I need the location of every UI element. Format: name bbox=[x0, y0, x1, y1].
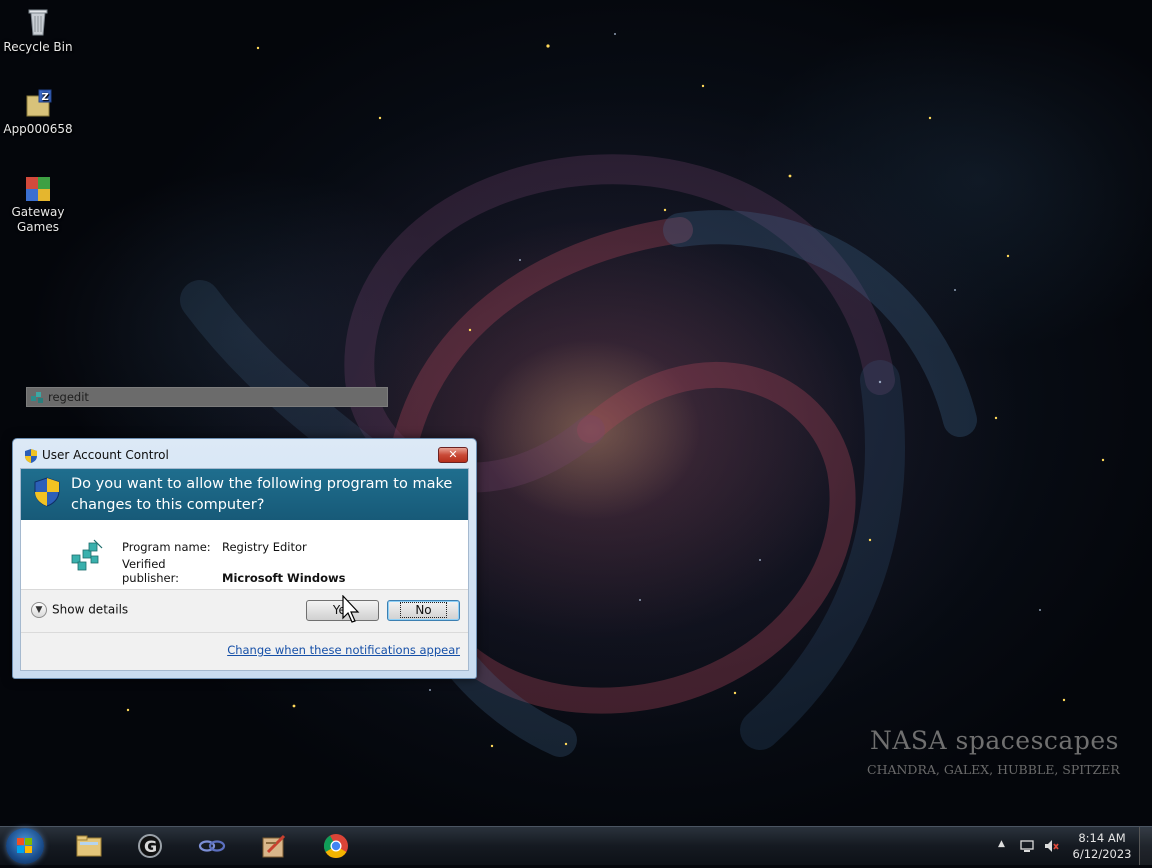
show-desktop-button[interactable] bbox=[1139, 827, 1152, 865]
chrome-icon bbox=[322, 832, 350, 860]
gateway-g-icon: G bbox=[136, 832, 164, 860]
dialog-title: User Account Control bbox=[42, 448, 169, 462]
registry-editor-icon bbox=[69, 538, 105, 574]
volume-muted-icon[interactable] bbox=[1043, 838, 1059, 854]
desktop-icon-label: Gateway Games bbox=[11, 205, 65, 234]
dialog-content: Do you want to allow the following progr… bbox=[20, 468, 469, 671]
desktop-icon-gateway-games[interactable]: Gateway Games bbox=[0, 171, 76, 235]
uac-question: Do you want to allow the following progr… bbox=[71, 476, 453, 513]
desktop-wallpaper: NASA spacescapes CHANDRA, GALEX, HUBBLE,… bbox=[0, 0, 1152, 826]
action-center-icon[interactable] bbox=[1019, 838, 1035, 854]
clock-date: 6/12/2023 bbox=[1072, 847, 1132, 861]
program-name-row: Program name: Registry Editor bbox=[122, 540, 307, 554]
system-clock[interactable]: 8:14 AM 6/12/2023 bbox=[1070, 830, 1134, 862]
publisher-row: Verified publisher: Microsoft Windows bbox=[122, 557, 345, 585]
program-info: Program name: Registry Editor Verified pu… bbox=[21, 520, 468, 590]
mouse-cursor-icon bbox=[341, 594, 363, 625]
registry-editor-icon bbox=[260, 832, 288, 860]
regedit-ghost-window[interactable]: regedit bbox=[26, 387, 388, 407]
dialog-header: Do you want to allow the following progr… bbox=[21, 469, 468, 520]
desktop-icon-label: App000658 bbox=[3, 122, 73, 136]
close-button[interactable]: ✕ bbox=[438, 447, 468, 463]
app-archive-icon: Z bbox=[22, 88, 54, 120]
file-explorer-icon bbox=[75, 832, 103, 860]
uac-dialog: User Account Control ✕ Do you want to al… bbox=[12, 438, 477, 679]
gateway-games-icon bbox=[22, 171, 54, 203]
desktop-icon-recycle-bin[interactable]: Recycle Bin bbox=[0, 6, 76, 55]
publisher-value: Microsoft Windows bbox=[222, 571, 346, 585]
ghost-window-title: regedit bbox=[48, 390, 89, 404]
uac-shield-small-icon bbox=[23, 448, 39, 464]
svg-text:Z: Z bbox=[42, 92, 49, 103]
uac-shield-icon bbox=[34, 477, 60, 507]
program-name-value: Registry Editor bbox=[222, 540, 307, 554]
start-button[interactable] bbox=[6, 828, 44, 864]
publisher-label: Verified publisher: bbox=[122, 557, 180, 585]
recycle-bin-icon bbox=[22, 6, 54, 38]
taskbar-chrome[interactable] bbox=[309, 829, 363, 863]
show-details-toggle[interactable]: ▼ Show details bbox=[31, 602, 128, 618]
no-button-label: No bbox=[400, 602, 447, 618]
program-name-label: Program name: bbox=[122, 540, 211, 554]
taskbar-registry-editor[interactable] bbox=[247, 829, 301, 863]
no-button[interactable]: No bbox=[387, 600, 460, 621]
chevron-down-icon: ▼ bbox=[31, 602, 47, 618]
windows-logo-icon bbox=[17, 838, 32, 853]
dialog-footer: Change when these notifications appear bbox=[21, 633, 468, 670]
wallpaper-credits: CHANDRA, GALEX, HUBBLE, SPITZER bbox=[867, 762, 1120, 777]
taskbar: G ▲ 8:14 AM 6/12/2023 bbox=[0, 826, 1152, 865]
change-notifications-link[interactable]: Change when these notifications appear bbox=[227, 643, 460, 657]
galaxy-image bbox=[126, 33, 1105, 757]
taskbar-gateway-games[interactable]: G bbox=[123, 829, 177, 863]
svg-text:G: G bbox=[144, 837, 157, 856]
dialog-actions: ▼Show details Yes No bbox=[21, 590, 468, 633]
network-link-icon bbox=[198, 832, 226, 860]
registry-editor-icon bbox=[30, 390, 45, 405]
tray-expand-arrow[interactable]: ▲ bbox=[998, 839, 1005, 849]
taskbar-file-explorer[interactable] bbox=[62, 829, 116, 863]
taskbar-network-link[interactable] bbox=[185, 829, 239, 863]
desktop-icon-label: Recycle Bin bbox=[3, 40, 73, 54]
desktop-icon-app000658[interactable]: Z App000658 bbox=[0, 88, 76, 137]
clock-time: 8:14 AM bbox=[1078, 831, 1126, 845]
show-details-label: Show details bbox=[52, 602, 129, 617]
wallpaper-title: NASA spacescapes bbox=[870, 726, 1119, 755]
